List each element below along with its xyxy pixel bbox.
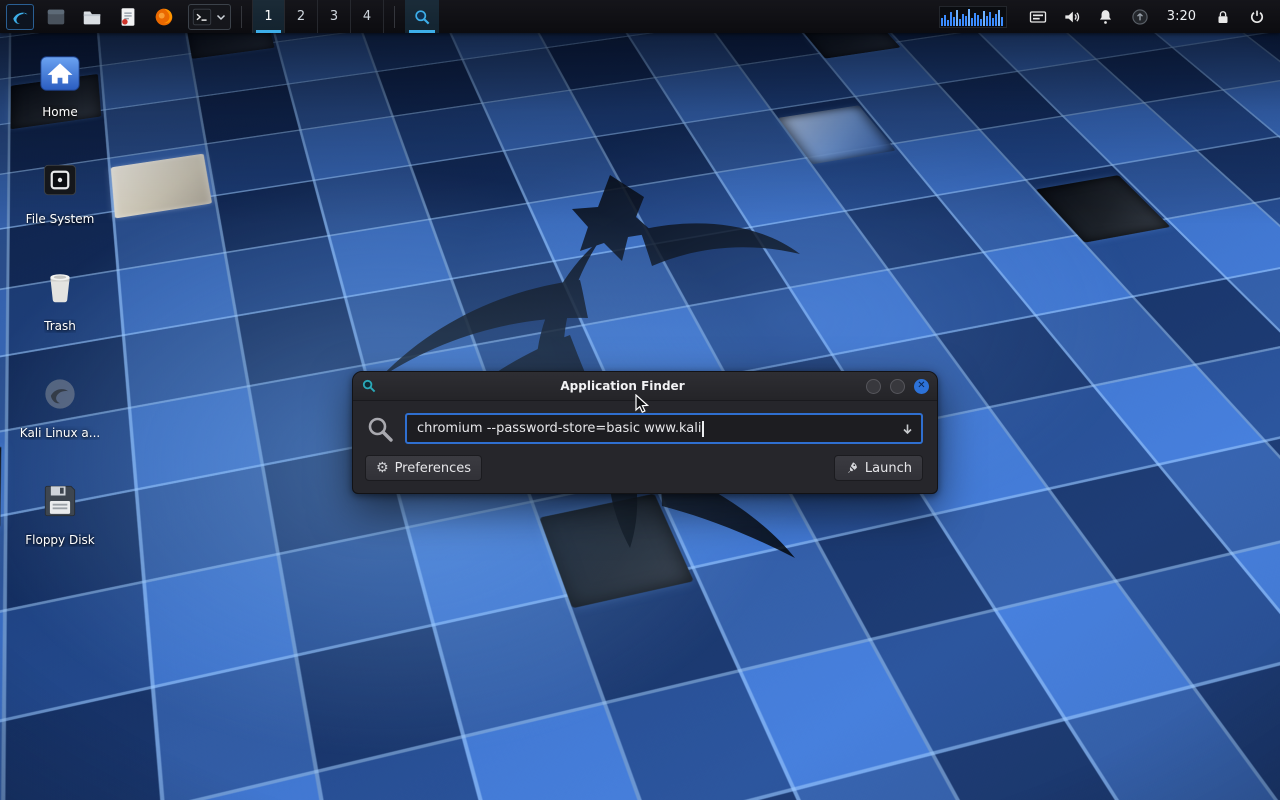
- preferences-button[interactable]: ⚙ Preferences: [365, 455, 482, 481]
- workspace-switcher: 1 2 3 4: [252, 0, 384, 33]
- workspace-button-4[interactable]: 4: [351, 0, 384, 33]
- close-icon: ✕: [917, 381, 925, 391]
- window-button-application-finder[interactable]: [405, 0, 439, 33]
- firefox-launcher[interactable]: [152, 5, 176, 29]
- keyboard-icon: [1028, 7, 1048, 27]
- launch-icon: [845, 461, 859, 475]
- window-icon-application-finder: [361, 378, 379, 394]
- workspace-button-2[interactable]: 2: [285, 0, 318, 33]
- desktop-icon-label: Kali Linux a...: [20, 426, 100, 440]
- panel-launchers: [44, 4, 231, 30]
- folder-icon: [81, 6, 103, 28]
- window-title: Application Finder: [379, 379, 866, 393]
- desktop-icon-home[interactable]: Home: [10, 47, 110, 133]
- launch-button-label: Launch: [865, 461, 912, 476]
- firefox-icon: [153, 6, 175, 28]
- speaker-icon: [1062, 7, 1082, 27]
- preferences-button-label: Preferences: [395, 461, 471, 476]
- file-system-icon: [38, 154, 82, 206]
- application-finder-icon: [412, 7, 432, 27]
- terminal-icon: [191, 6, 213, 28]
- text-caret: [702, 421, 704, 437]
- home-icon: [37, 47, 83, 99]
- minimize-button[interactable]: [866, 379, 881, 394]
- close-button[interactable]: ✕: [914, 379, 929, 394]
- update-status-icon: [1130, 7, 1150, 27]
- window-icon: [45, 6, 67, 28]
- bell-icon: [1096, 7, 1115, 26]
- panel-separator: [241, 6, 242, 28]
- notifications-tray-button[interactable]: [1093, 4, 1119, 30]
- panel-separator: [394, 6, 395, 28]
- maximize-button[interactable]: [890, 379, 905, 394]
- volume-tray-button[interactable]: [1059, 4, 1085, 30]
- desktop-icon-label: Floppy Disk: [25, 533, 95, 547]
- power-icon: [1248, 8, 1266, 26]
- search-input-text: chromium --password-store=basic www.kali: [417, 421, 701, 436]
- workspace-button-3[interactable]: 3: [318, 0, 351, 33]
- cpu-graph-bars: [941, 6, 1005, 26]
- kali-document-icon: [38, 368, 82, 420]
- desktop-icon-column: Home File System Trash: [10, 47, 110, 582]
- clock[interactable]: 3:20: [1167, 9, 1196, 24]
- lock-icon: [1214, 8, 1232, 26]
- logout-button[interactable]: [1244, 4, 1270, 30]
- kali-logo-icon: [10, 7, 30, 27]
- trash-icon: [38, 261, 82, 313]
- launch-button[interactable]: Launch: [834, 455, 923, 481]
- desktop-icon-label: Home: [42, 105, 77, 119]
- search-icon: [365, 414, 395, 444]
- terminal-launcher[interactable]: [188, 4, 231, 30]
- desktop-icon-file-system[interactable]: File System: [10, 154, 110, 240]
- text-editor-launcher[interactable]: [116, 5, 140, 29]
- desktop-icon-label: Trash: [44, 319, 76, 333]
- applications-menu-button[interactable]: [6, 4, 34, 30]
- desktop-icon-kali-linux[interactable]: Kali Linux a...: [10, 368, 110, 454]
- chevron-down-icon[interactable]: [216, 12, 226, 22]
- desktop-icon-floppy-disk[interactable]: Floppy Disk: [10, 475, 110, 561]
- top-panel: 1 2 3 4: [0, 0, 1280, 33]
- window-controls: ✕: [866, 379, 929, 394]
- window-launcher[interactable]: [44, 5, 68, 29]
- workspace-button-1[interactable]: 1: [252, 0, 285, 33]
- gear-icon: ⚙: [376, 461, 389, 475]
- cpu-graph-widget[interactable]: [939, 6, 1007, 28]
- search-input[interactable]: chromium --password-store=basic www.kali: [405, 413, 923, 444]
- display-tray-button[interactable]: [1025, 4, 1051, 30]
- status-tray-button[interactable]: [1127, 4, 1153, 30]
- floppy-disk-icon: [38, 475, 82, 527]
- text-editor-icon: [117, 6, 139, 28]
- desktop-icon-label: File System: [26, 212, 95, 226]
- file-manager-launcher[interactable]: [80, 5, 104, 29]
- mouse-cursor: [633, 394, 653, 418]
- lock-screen-button[interactable]: [1210, 4, 1236, 30]
- application-finder-window: Application Finder ✕ chromium --password…: [352, 371, 938, 494]
- dropdown-arrow-icon[interactable]: [901, 422, 914, 435]
- desktop-icon-trash[interactable]: Trash: [10, 261, 110, 347]
